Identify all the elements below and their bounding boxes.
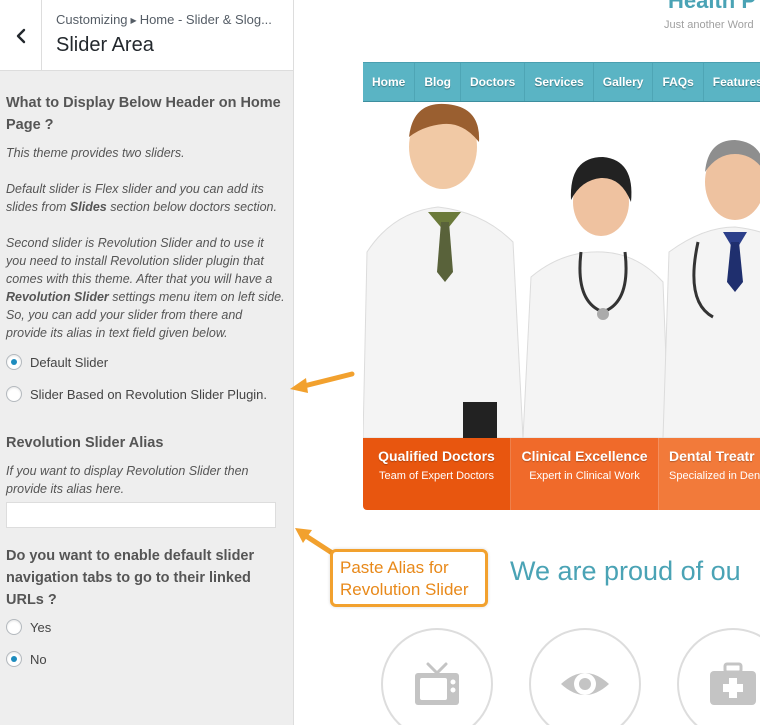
slider-tab-title: Clinical Excellence (521, 448, 648, 464)
slider-nav-tabs: Qualified Doctors Team of Expert Doctors… (363, 438, 760, 510)
slider-tab-subtitle: Specialized in Dent (669, 470, 760, 482)
service-circle-eye[interactable] (529, 628, 641, 725)
alias-label: Revolution Slider Alias (6, 435, 164, 451)
slider-tab-title: Dental Treatr (669, 448, 755, 464)
main-navigation: Home Blog Doctors Services Gallery FAQs … (363, 62, 760, 102)
radio-button-no[interactable] (6, 651, 22, 667)
radio-button-revolution-slider[interactable] (6, 386, 22, 402)
proud-heading: We are proud of ou (510, 556, 741, 586)
radio-button-yes[interactable] (6, 619, 22, 635)
nav-tabs-question: Do you want to enable default slider nav… (6, 548, 255, 608)
medical-kit-icon (710, 662, 756, 705)
slider-tab-dental-treatment[interactable]: Dental Treatr Specialized in Dent (659, 438, 760, 510)
radio-default-slider[interactable]: Default Slider (6, 354, 108, 370)
annotation-line-2: Revolution Slider (340, 580, 469, 599)
annotation-line-1: Paste Alias for (340, 558, 449, 577)
alias-input[interactable] (6, 502, 276, 528)
radio-label-revolution-slider: Slider Based on Revolution Slider Plugin… (30, 386, 268, 402)
nav-item-doctors[interactable]: Doctors (461, 63, 526, 101)
annotation-arrow-icon (290, 371, 355, 393)
radio-label-yes: Yes (30, 619, 52, 635)
display-description-1: This theme provides two sliders. (6, 146, 185, 160)
radio-button-default-slider[interactable] (6, 354, 22, 370)
radio-revolution-slider[interactable]: Slider Based on Revolution Slider Plugin… (6, 386, 267, 402)
slider-tab-title: Qualified Doctors (378, 448, 495, 464)
chevron-left-icon (16, 28, 25, 43)
annotation-callout: Paste Alias for Revolution Slider (330, 549, 488, 607)
slider-tab-subtitle: Team of Expert Doctors (379, 470, 494, 482)
service-circle-tv[interactable] (381, 628, 493, 725)
breadcrumb: Customizing ▶ Home - Slider & Slog... (56, 12, 272, 27)
site-title[interactable]: Health P (668, 0, 756, 14)
radio-no[interactable]: No (6, 651, 47, 667)
nav-item-faqs[interactable]: FAQs (653, 63, 704, 101)
eye-icon (561, 673, 609, 695)
tv-icon (415, 662, 459, 705)
nav-item-features[interactable]: Features (704, 63, 760, 101)
display-description-2: Default slider is Flex slider and you ca… (6, 182, 277, 214)
section-title: Slider Area (56, 34, 154, 56)
radio-label-default-slider: Default Slider (30, 354, 109, 370)
display-description-3: Second slider is Revolution Slider and t… (6, 236, 285, 340)
site-preview: Health P Just another Word Home Blog Doc… (294, 0, 760, 725)
nav-item-home[interactable]: Home (363, 63, 416, 101)
slider-tab-clinical-excellence[interactable]: Clinical Excellence Expert in Clinical W… (511, 438, 659, 510)
service-circle-medical[interactable] (677, 628, 760, 725)
alias-description: If you want to display Revolution Slider… (6, 464, 249, 496)
home-slider: Qualified Doctors Team of Expert Doctors… (363, 102, 760, 510)
nav-item-blog[interactable]: Blog (415, 63, 462, 101)
breadcrumb-prefix: Customizing (56, 12, 128, 27)
slider-tab-subtitle: Expert in Clinical Work (529, 470, 640, 482)
customizer-sidebar: Customizing ▶ Home - Slider & Slog... Slid… (0, 0, 294, 725)
slider-tab-qualified-doctors[interactable]: Qualified Doctors Team of Expert Doctors (363, 438, 511, 510)
radio-yes[interactable]: Yes (6, 619, 51, 635)
back-button[interactable] (0, 0, 42, 71)
customizer-section-header: Customizing ▶ Home - Slider & Slog... Slid… (0, 0, 293, 71)
doctors-slide-image (363, 102, 760, 438)
radio-label-no: No (30, 651, 47, 667)
site-tagline: Just another Word (664, 19, 754, 31)
display-question: What to Display Below Header on Home Pag… (6, 95, 281, 133)
nav-item-gallery[interactable]: Gallery (594, 63, 654, 101)
breadcrumb-section: Home - Slider & Slog... (139, 12, 272, 27)
breadcrumb-separator-icon: ▶ (130, 16, 137, 25)
nav-item-services[interactable]: Services (525, 63, 594, 101)
